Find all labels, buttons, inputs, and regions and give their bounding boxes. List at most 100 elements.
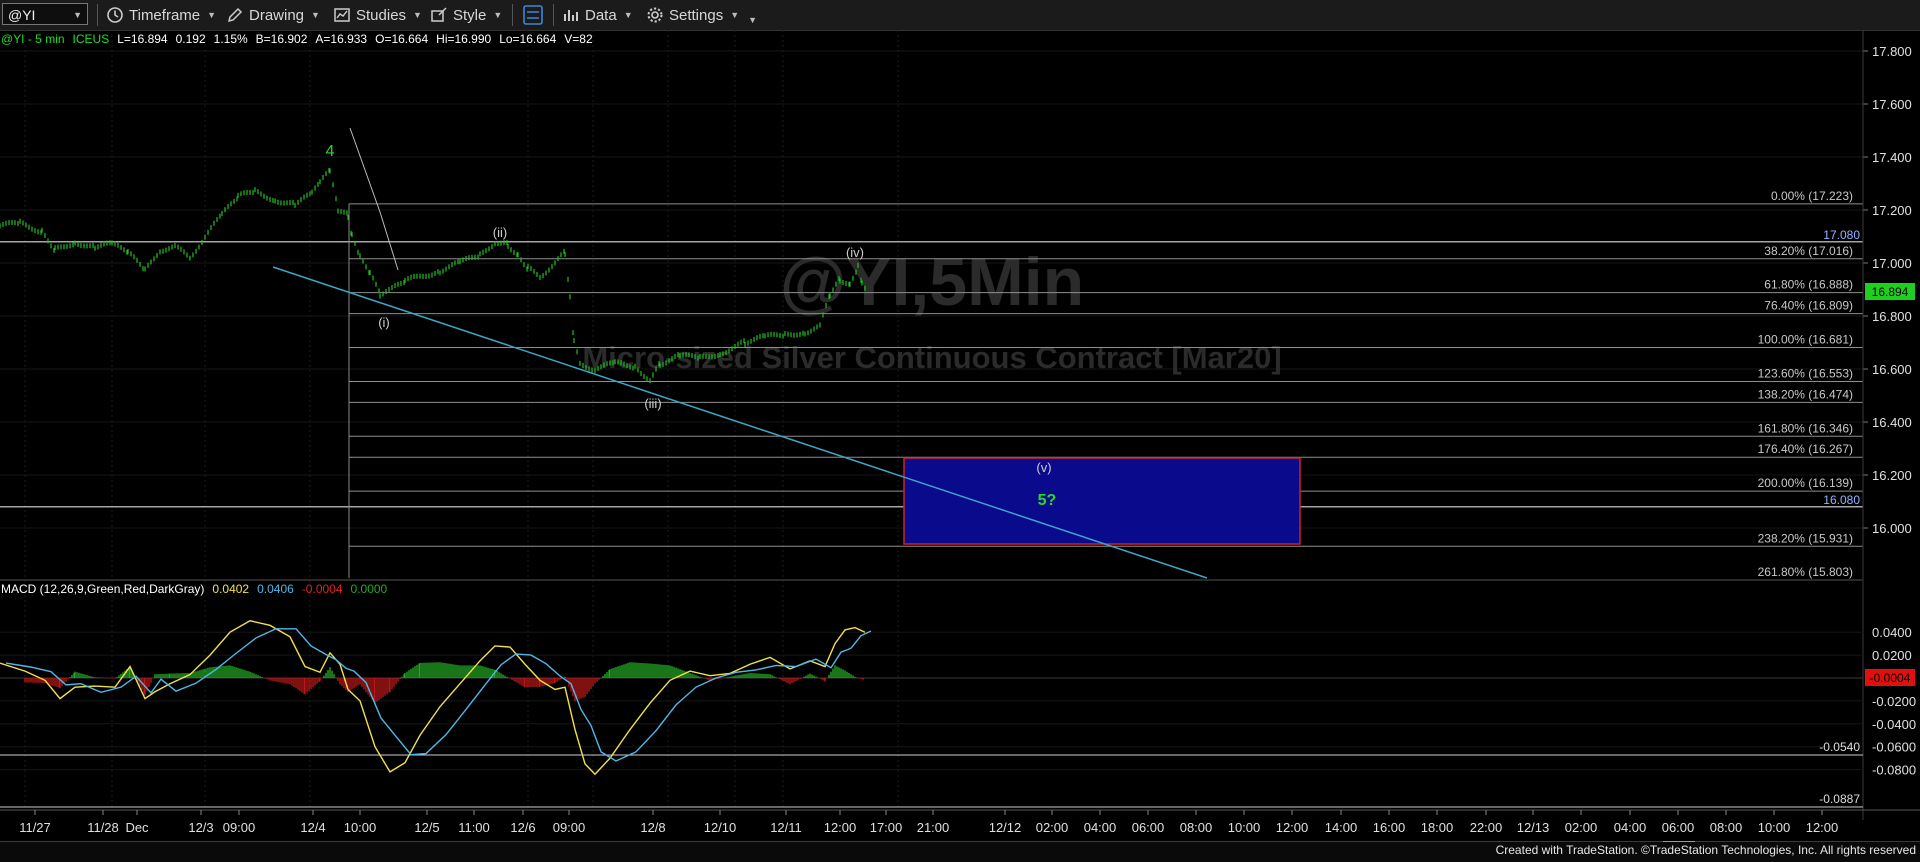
time-tick-label: 16:00	[1373, 820, 1406, 835]
time-tick-label: 12/6	[510, 820, 535, 835]
time-tick-label: 11/27	[19, 820, 51, 835]
copyright-text: Created with TradeStation. ©TradeStation…	[1495, 843, 1916, 857]
fib-level-label: 138.20% (16.474)	[1758, 387, 1853, 401]
hline-bottom-label: 16.080	[1823, 493, 1860, 507]
time-tick-label: 12:00	[1276, 820, 1309, 835]
time-tick-label: 12/13	[1517, 820, 1550, 835]
time-tick-label: 12/11	[770, 820, 802, 835]
macd-name: MACD (12,26,9,Green,Red,DarkGray)	[1, 582, 204, 596]
time-tick-label: 04:00	[1084, 820, 1117, 835]
price-tick-label: 16.000	[1872, 521, 1912, 536]
drawn-line[interactable]	[349, 127, 399, 271]
wave-5-label: 5?	[1038, 492, 1057, 509]
time-tick-label: 11:00	[458, 820, 490, 835]
price-tick-label: 17.400	[1872, 150, 1912, 165]
macd-tick-label: 0.0200	[1872, 648, 1912, 663]
fib-level-label: 238.20% (15.931)	[1758, 531, 1853, 545]
gridlines	[0, 30, 1863, 808]
watermark: @YI,5Min Micro-sized Silver Continuous C…	[582, 244, 1281, 375]
macd-hline-b-label: -0.0887	[1819, 792, 1860, 806]
price-tick-label: 16.600	[1872, 362, 1912, 377]
fib-level-label: 76.40% (16.809)	[1764, 299, 1853, 313]
time-tick-label: 10:00	[1758, 820, 1791, 835]
time-tick-label: 12/12	[989, 820, 1022, 835]
current-price-value: 16.894	[1872, 285, 1909, 299]
status-symbol: @YI - 5 min	[1, 32, 65, 46]
time-tick-label: 21:00	[917, 820, 950, 835]
status-ask: A=16.933	[315, 32, 367, 46]
time-tick-label: 06:00	[1132, 820, 1165, 835]
watermark-symbol: @YI,5Min	[780, 244, 1084, 320]
target-zone-box[interactable]	[903, 457, 1301, 545]
macd-gridlines	[0, 631, 1863, 771]
svg-text:@YI - 5 minICEUSL=16.8940.1921: @YI - 5 min ICEUS L=16.894 0.192 1.15% B=16.9…	[1, 32, 593, 46]
macd-value-signal: 0.0406	[257, 582, 294, 596]
hline-top-label: 17.080	[1823, 228, 1860, 242]
time-tick-label: 04:00	[1614, 820, 1647, 835]
time-tick-label: 12:00	[824, 820, 857, 835]
time-tick-label: 12/4	[300, 820, 325, 835]
price-tick-label: 16.200	[1872, 468, 1912, 483]
status-change: 0.192	[176, 32, 206, 46]
time-tick-label: 18:00	[1421, 820, 1454, 835]
macd-tick-label: -0.0600	[1872, 740, 1916, 755]
macd-title: MACD (12,26,9,Green,Red,DarkGray) 0.0402 0…	[1, 582, 388, 596]
macd-tick-label: -0.0800	[1872, 763, 1916, 778]
fib-level-label: 161.80% (16.346)	[1758, 421, 1853, 435]
time-tick-label: 09:00	[553, 820, 586, 835]
macd-value-diff: -0.0004	[302, 582, 343, 596]
wave-v-label: (v)	[1036, 460, 1051, 475]
status-pct: 1.15%	[214, 32, 248, 46]
time-tick-label: 10:00	[1228, 820, 1261, 835]
price-tick-label: 16.800	[1872, 309, 1912, 324]
status-high: Hi=16.990	[436, 32, 491, 46]
wave-i-label: (i)	[378, 315, 390, 330]
time-tick-label: 08:00	[1180, 820, 1213, 835]
price-tick-label: 17.000	[1872, 256, 1912, 271]
time-tick-label: 09:00	[223, 820, 256, 835]
price-tick-label: 17.800	[1872, 44, 1912, 59]
time-tick-label: 12/3	[188, 820, 213, 835]
time-tick-label: 06:00	[1662, 820, 1695, 835]
macd-tick-label: 0.0400	[1872, 625, 1912, 640]
fib-level-label: 200.00% (16.139)	[1758, 476, 1853, 490]
macd-value-zero: 0.0000	[351, 582, 388, 596]
time-tick-label: 12/10	[704, 820, 737, 835]
wave-4-label: 4	[326, 143, 335, 160]
macd-current-value: -0.0004	[1870, 671, 1911, 685]
fib-level-label: 123.60% (16.553)	[1758, 366, 1853, 380]
fib-level-label: 38.20% (17.016)	[1764, 244, 1853, 258]
macd-hline-a-label: -0.0540	[1819, 740, 1860, 754]
signal-line	[5, 628, 872, 762]
chart-area[interactable]: @YI,5Min Micro-sized Silver Continuous C…	[0, 0, 1920, 842]
macd-axis[interactable]: 0.0400 0.0200 -0.0200 -0.0400 -0.0600 -0.0800	[1872, 625, 1916, 777]
wave-ii-label: (ii)	[493, 225, 507, 240]
status-exchange: ICEUS	[73, 32, 110, 46]
time-tick-label: 22:00	[1470, 820, 1503, 835]
status-line: @YI - 5 min ICEUS L=16.894 0.192 1.15% B=16.9…	[1, 32, 593, 46]
time-tick-label: Dec	[125, 820, 149, 835]
macd-tick-label: -0.0400	[1872, 717, 1916, 732]
time-tick-label: 17:00	[870, 820, 903, 835]
price-tick-label: 17.600	[1872, 97, 1912, 112]
wave-iii-label: (iii)	[644, 396, 661, 411]
fib-level-label: 0.00% (17.223)	[1771, 189, 1853, 203]
macd-tick-label: -0.0200	[1872, 694, 1916, 709]
time-tick-label: 12/5	[414, 820, 439, 835]
wave-labels: 4 (i) (ii) (iii) (iv) (v) 5?	[326, 143, 1057, 509]
status-open: O=16.664	[375, 32, 428, 46]
time-tick-label: 02:00	[1036, 820, 1069, 835]
macd-value-macd: 0.0402	[212, 582, 249, 596]
fib-level-label: 261.80% (15.803)	[1758, 565, 1853, 579]
time-tick-label: 12/8	[640, 820, 665, 835]
time-tick-label: 08:00	[1710, 820, 1743, 835]
time-tick-label: 02:00	[1565, 820, 1598, 835]
fib-level-label: 61.80% (16.888)	[1764, 278, 1853, 292]
price-tick-label: 16.400	[1872, 415, 1912, 430]
fib-level-label: 176.40% (16.267)	[1758, 442, 1853, 456]
status-volume: V=82	[564, 32, 593, 46]
time-tick-label: 11/28	[87, 820, 119, 835]
time-axis[interactable]: 11/27 11/28 Dec 12/3 09:00 12/4 10:00 12/5 11:00…	[19, 810, 1838, 835]
svg-text:MACD (12,26,9,Green,Red,DarkGr: MACD (12,26,9,Green,Red,DarkGray) 0.0402 0…	[1, 582, 388, 596]
time-tick-label: 12:00	[1806, 820, 1839, 835]
